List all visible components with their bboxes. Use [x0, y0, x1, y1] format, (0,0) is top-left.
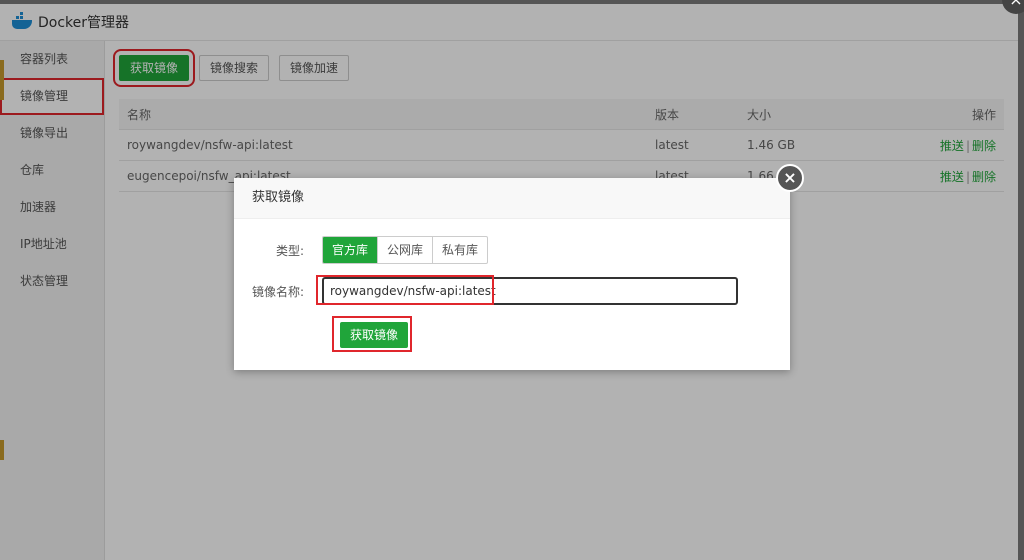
image-name-input[interactable]: roywangdev/nsfw-api:latest	[316, 275, 738, 305]
submit-highlight: 获取镜像	[332, 316, 412, 352]
dialog-title: 获取镜像	[234, 178, 790, 219]
image-name-label: 镜像名称:	[251, 284, 304, 299]
name-row: 镜像名称: roywangdev/nsfw-api:latest	[234, 275, 738, 305]
type-selector: 官方库 公网库 私有库	[322, 236, 489, 264]
type-option-private[interactable]: 私有库	[432, 237, 487, 263]
type-option-official[interactable]: 官方库	[323, 237, 378, 263]
pull-image-dialog: 获取镜像 × 类型: 官方库 公网库 私有库 镜像名称: roywangdev/…	[234, 164, 804, 370]
dialog-close-icon[interactable]: ×	[776, 164, 804, 192]
submit-pull-button[interactable]: 获取镜像	[340, 322, 409, 348]
type-option-public[interactable]: 公网库	[377, 237, 432, 263]
type-row: 类型: 官方库 公网库 私有库	[234, 236, 489, 264]
type-label: 类型:	[275, 243, 304, 258]
highlight-box	[316, 275, 494, 305]
